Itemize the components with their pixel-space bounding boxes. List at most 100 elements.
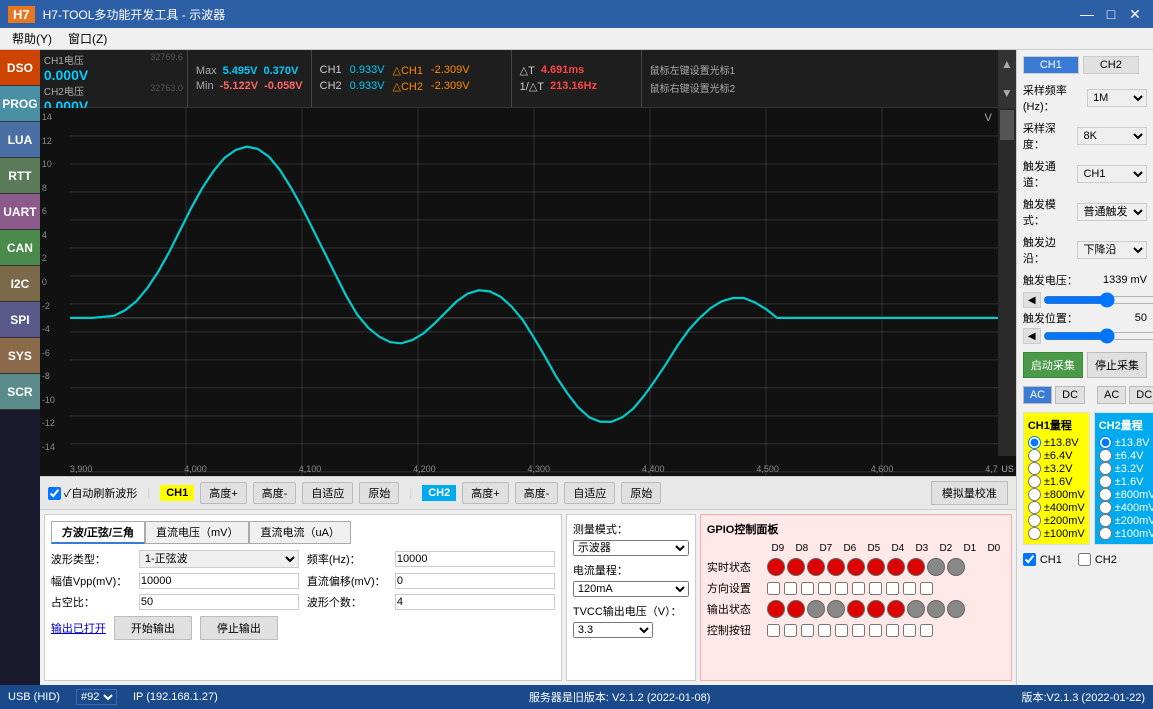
- scrollbar-thumb[interactable]: [1000, 110, 1014, 140]
- sidebar-item-i2c[interactable]: I2C: [0, 266, 40, 302]
- wave-type-select[interactable]: 1-正弦波 2-方波 3-三角波: [139, 550, 299, 568]
- ch2-range-200mv[interactable]: ±200mV: [1099, 514, 1153, 527]
- sample-depth-label: 采样深度：: [1023, 120, 1078, 152]
- ch1-original[interactable]: 原始: [359, 482, 399, 504]
- trigger-pos-value: 50: [1135, 312, 1147, 324]
- measure-mode-panel: 测量模式： 示波器 万用表 电流量程： 120mA 1200mA TVCC输出电…: [566, 514, 696, 681]
- tab-ch1[interactable]: CH1: [1023, 56, 1079, 74]
- output-link[interactable]: 输出已打开: [51, 620, 106, 636]
- sidebar-item-can[interactable]: CAN: [0, 230, 40, 266]
- vertical-scrollbar[interactable]: [998, 108, 1016, 456]
- sidebar-item-lua[interactable]: LUA: [0, 122, 40, 158]
- ch2-range-400mv[interactable]: ±400mV: [1099, 501, 1153, 514]
- amp-input[interactable]: [139, 573, 299, 589]
- oscilloscope-display: 14 12 10 8 6 4 2 0 -2 -4 -6 -8 -10 -12 -…: [40, 108, 1016, 476]
- maximize-button[interactable]: □: [1101, 5, 1121, 23]
- ch1-adaptive[interactable]: 自适应: [302, 482, 353, 504]
- tab-dc-voltage[interactable]: 直流电压（mV）: [145, 521, 250, 544]
- tab-square-wave[interactable]: 方波/正弦/三角: [51, 521, 145, 544]
- start-output-button[interactable]: 开始输出: [114, 616, 192, 640]
- ch1-range-section: CH1量程 ±13.8V ±6.4V ±3.2V ±1.6V ±800mV ±4…: [1023, 412, 1090, 545]
- stop-capture-button[interactable]: 停止采集: [1087, 352, 1147, 378]
- trigger-ch-select[interactable]: CH1CH2: [1077, 165, 1147, 183]
- stop-output-button[interactable]: 停止输出: [200, 616, 278, 640]
- trigger-pos-left-button[interactable]: ◀: [1023, 328, 1041, 344]
- ch1-range-6v4[interactable]: ±6.4V: [1028, 449, 1085, 462]
- ch1-range-200mv[interactable]: ±200mV: [1028, 514, 1085, 527]
- ch2-adaptive[interactable]: 自适应: [564, 482, 615, 504]
- scroll-up-button[interactable]: ▲: [998, 50, 1016, 79]
- trigger-v-slider[interactable]: [1043, 292, 1153, 308]
- measure-mode-label: 测量模式：: [573, 521, 689, 537]
- ch1-ac-button[interactable]: AC: [1023, 386, 1052, 404]
- trigger-edge-select[interactable]: 下降沿上升沿: [1077, 241, 1147, 259]
- trigger-mode-select[interactable]: 普通触发自动触发单次触发: [1077, 203, 1147, 221]
- tab-dc-current[interactable]: 直流电流（uA）: [249, 521, 350, 544]
- sample-rate-select[interactable]: 1M2M500K: [1087, 89, 1147, 107]
- trigger-v-left-button[interactable]: ◀: [1023, 292, 1041, 308]
- ch1-range-400mv[interactable]: ±400mV: [1028, 501, 1085, 514]
- output-indicators: [767, 600, 965, 618]
- freq-input[interactable]: [395, 551, 555, 567]
- ch2-range-800mv[interactable]: ±800mV: [1099, 488, 1153, 501]
- ch2-dc-button[interactable]: DC: [1129, 386, 1153, 404]
- sample-depth-row: 采样深度： 8K16K4K: [1023, 120, 1147, 152]
- trigger-pos-row: 触发位置： 50: [1023, 310, 1147, 326]
- ch2-range-3v2[interactable]: ±3.2V: [1099, 462, 1153, 475]
- ch1-label: CH1: [160, 485, 194, 501]
- scroll-down-button[interactable]: ▼: [998, 79, 1016, 108]
- sidebar-item-dso[interactable]: DSO: [0, 50, 40, 86]
- sidebar-item-sys[interactable]: SYS: [0, 338, 40, 374]
- status-bar: USB (HID) #92 IP (192.168.1.27) 服务器是旧版本:…: [0, 685, 1153, 709]
- ch1-height-minus[interactable]: 高度-: [253, 482, 297, 504]
- menu-window[interactable]: 窗口(Z): [60, 28, 115, 49]
- device-id-select[interactable]: #92: [76, 689, 117, 705]
- ch2-height-minus[interactable]: 高度-: [515, 482, 559, 504]
- ch2-range-13v8[interactable]: ±13.8V: [1099, 436, 1153, 449]
- measure-mode-select[interactable]: 示波器 万用表: [573, 540, 689, 556]
- start-capture-button[interactable]: 启动采集: [1023, 352, 1083, 378]
- auto-refresh-checkbox[interactable]: ✓自动刷新波形: [48, 485, 138, 501]
- tvcc-output-select[interactable]: 3.3 5.0 1.8: [573, 622, 653, 638]
- wave-count-label: 波形个数：: [307, 594, 387, 610]
- ch1-dc-button[interactable]: DC: [1055, 386, 1085, 404]
- ch1-range-100mv[interactable]: ±100mV: [1028, 527, 1085, 540]
- wave-tabs: 方波/正弦/三角 直流电压（mV） 直流电流（uA）: [51, 521, 555, 544]
- close-button[interactable]: ✕: [1125, 5, 1145, 23]
- ch2-height-plus[interactable]: 高度+: [462, 482, 508, 504]
- sample-depth-select[interactable]: 8K16K4K: [1077, 127, 1147, 145]
- trigger-pos-slider[interactable]: [1043, 328, 1153, 344]
- ch2-checkbox-label[interactable]: CH2: [1078, 553, 1117, 566]
- duty-input[interactable]: [139, 594, 299, 610]
- realtime-indicators: [767, 558, 965, 576]
- wave-count-input[interactable]: [395, 594, 555, 610]
- ch2-range-6v4[interactable]: ±6.4V: [1099, 449, 1153, 462]
- ch2-original[interactable]: 原始: [621, 482, 661, 504]
- dc-offset-input[interactable]: [395, 573, 555, 589]
- current-range-select[interactable]: 120mA 1200mA: [573, 581, 689, 597]
- sidebar-item-scr[interactable]: SCR: [0, 374, 40, 410]
- menu-help[interactable]: 帮助(Y): [4, 28, 60, 49]
- minimize-button[interactable]: —: [1077, 5, 1097, 23]
- ch1-checkbox-label[interactable]: CH1: [1023, 553, 1062, 566]
- ch2-ac-button[interactable]: AC: [1097, 386, 1126, 404]
- ch1-range-13v8[interactable]: ±13.8V: [1028, 436, 1085, 449]
- ch1-height-plus[interactable]: 高度+: [200, 482, 246, 504]
- ch2-range-100mv[interactable]: ±100mV: [1099, 527, 1153, 540]
- sidebar-item-spi[interactable]: SPI: [0, 302, 40, 338]
- trigger-v-slider-row: ◀ ▶: [1023, 292, 1147, 308]
- analog-calibrate-button[interactable]: 模拟量校准: [931, 481, 1008, 505]
- info-top-bar: CH1电压 32769.6 0.000V CH2电压 32763.0 0.000…: [40, 50, 1016, 108]
- sidebar-item-uart[interactable]: UART: [0, 194, 40, 230]
- sidebar-item-rtt[interactable]: RTT: [0, 158, 40, 194]
- trigger-edge-label: 触发边沿：: [1023, 234, 1078, 266]
- app-logo: H7: [8, 6, 35, 23]
- ch1-range-1v6[interactable]: ±1.6V: [1028, 475, 1085, 488]
- sidebar-item-prog[interactable]: PROG: [0, 86, 40, 122]
- ch1-range-800mv[interactable]: ±800mV: [1028, 488, 1085, 501]
- tab-ch2[interactable]: CH2: [1083, 56, 1139, 74]
- trigger-v-value: 1339 mV: [1103, 274, 1147, 286]
- ch2-range-1v6[interactable]: ±1.6V: [1099, 475, 1153, 488]
- ch1-coupling: AC DC: [1023, 386, 1085, 404]
- ch1-range-3v2[interactable]: ±3.2V: [1028, 462, 1085, 475]
